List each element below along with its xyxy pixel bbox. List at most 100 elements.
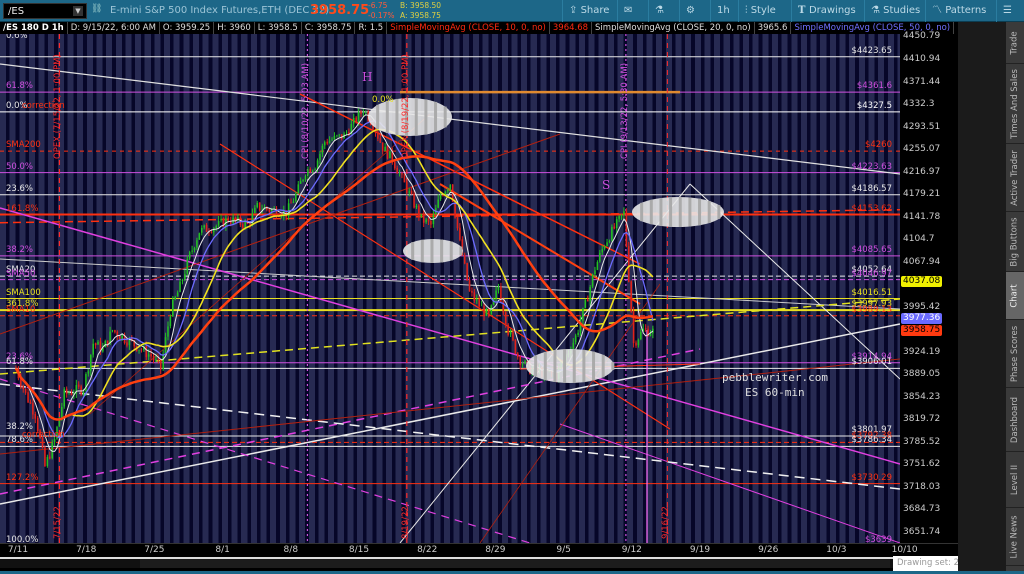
- interval-button[interactable]: 1h: [710, 0, 736, 22]
- price-tick: 4067.94: [903, 256, 941, 267]
- sidebar-tab-label: Active Trader: [1010, 149, 1021, 206]
- fib-label: 161.8%: [6, 203, 39, 214]
- price-level-label: $4223.63: [851, 161, 892, 172]
- alert-button[interactable]: ✉: [617, 0, 638, 22]
- price-level-label: $4085.65: [851, 244, 892, 255]
- studies-label: Studies: [883, 5, 921, 16]
- sidebar-tab-chart[interactable]: Chart: [1006, 272, 1024, 320]
- sidebar-tab-live-news[interactable]: Live News: [1006, 508, 1024, 566]
- zero-percent-label: 0.0%: [372, 95, 394, 105]
- right-sidebar: Trade Times And Sales Active Trader Big But…: [958, 22, 1024, 574]
- flask-button[interactable]: ⚗: [648, 0, 670, 22]
- sidebar-tab-dashboard[interactable]: Dashboard: [1006, 388, 1024, 452]
- trend-line: [0, 323, 900, 505]
- chevron-down-icon[interactable]: ▼: [73, 6, 83, 16]
- symbol-input[interactable]: /ES ▼: [3, 3, 87, 19]
- price-level-label: $3730.29: [851, 472, 892, 483]
- price-chart[interactable]: $4423.65 $4361.6 $4327.5 $4260 $4223.63 $4186…: [0, 34, 900, 543]
- date-tick: 8/1: [215, 545, 230, 555]
- price-level-label: $4361.6: [856, 81, 892, 92]
- fib-label: 23.6%: [6, 183, 34, 194]
- price-level-label: $4423.65: [851, 45, 892, 56]
- price-badge: 3958.75: [901, 324, 943, 336]
- symbol-value: /ES: [8, 6, 25, 17]
- date-tick: 9/5: [556, 545, 571, 555]
- bid-price: B: 3958.50: [400, 1, 442, 10]
- price-axis[interactable]: 4450.79 4410.94 4371.44 4332.3 4293.51 4255.0…: [900, 31, 958, 543]
- fib-label: 0.6%: [6, 34, 28, 41]
- price-tick: 3819.72: [903, 414, 941, 425]
- sidebar-tab-big-buttons[interactable]: Big Buttons: [1006, 212, 1024, 272]
- date-tick: 7/25: [144, 545, 165, 555]
- fib-label: SMA100: [6, 287, 41, 298]
- bar-close: C: 3958.75: [302, 22, 356, 34]
- price-tick: 4371.44: [903, 76, 941, 87]
- bar-range: R: 1.5: [355, 22, 388, 34]
- price-level-label: $4016.51: [851, 287, 892, 298]
- studies-button[interactable]: ⚗ Studies: [864, 0, 926, 22]
- price-badge: 4037.08: [901, 275, 943, 287]
- sidebar-tab-level-ii[interactable]: Level II: [1006, 452, 1024, 508]
- trend-line: [0, 258, 900, 310]
- date-tick: 8/22: [417, 545, 438, 555]
- sidebar-tab-label: Times And Sales: [1010, 68, 1021, 139]
- sidebar-tab-phase-scores[interactable]: Phase Scores: [1006, 320, 1024, 388]
- price-tick: 3651.74: [903, 526, 941, 537]
- price-level-label: $3906.01: [851, 357, 892, 368]
- menu-icon: ☰: [1003, 5, 1012, 16]
- date-tick: 10/10: [891, 545, 918, 555]
- sidebar-tab-label: Big Buttons: [1010, 216, 1021, 267]
- share-icon: ⇪: [569, 5, 581, 16]
- bar-low: L: 3958.5: [255, 22, 302, 34]
- share-button[interactable]: ⇪ Share: [562, 0, 615, 22]
- watermark-timeframe: ES 60-min: [745, 386, 805, 399]
- event-date-label: 9/16/22: [661, 506, 672, 539]
- sidebar-tab-times-and-sales[interactable]: Times And Sales: [1006, 64, 1024, 144]
- gear-icon: ⚙: [686, 5, 695, 16]
- event-label: CPI (9/13/22, 5:30 AM): [619, 62, 630, 159]
- toolbar: /ES ▼ ⛓ E-mini S&P 500 Index Futures,ETH …: [0, 0, 1024, 22]
- trend-line: [89, 113, 431, 415]
- date-tick: 8/29: [485, 545, 506, 555]
- menu-button[interactable]: ☰: [996, 0, 1018, 22]
- sma10-label[interactable]: SimpleMovingAvg (CLOSE, 10, 0, no): [387, 22, 550, 34]
- dashed-trend-line: [0, 208, 900, 224]
- last-price: 3958.75: [310, 3, 370, 18]
- settings-button[interactable]: ⚙: [679, 0, 701, 22]
- style-button[interactable]: ⫶ Style: [738, 0, 782, 22]
- style-label: Style: [750, 5, 776, 16]
- flask-icon: ⚗: [655, 5, 664, 16]
- drawings-button[interactable]: T Drawings: [791, 0, 862, 22]
- sidebar-tab-label: Live News: [1010, 514, 1020, 559]
- link-icon[interactable]: ⛓: [91, 4, 102, 14]
- drawings-label: Drawings: [808, 5, 856, 16]
- price-tick: 4216.97: [903, 166, 941, 177]
- percent-change: -0.17%: [368, 11, 395, 20]
- event-label: OPEX (7/15/22, 1:00 PM): [53, 54, 64, 159]
- patterns-button[interactable]: 〽 Patterns: [925, 0, 992, 22]
- horizontal-scrollbar[interactable]: [0, 557, 958, 568]
- trend-line: [0, 133, 561, 335]
- net-change: -6.75: [368, 1, 388, 10]
- price-tick: 3751.62: [903, 459, 941, 470]
- date-tick: 9/19: [689, 545, 711, 555]
- sidebar-tab-trade[interactable]: Trade: [1006, 22, 1024, 64]
- sma20-label[interactable]: SimpleMovingAvg (CLOSE, 20, 0, no): [592, 22, 755, 34]
- patterns-label: Patterns: [945, 5, 987, 16]
- price-level-label: $3786.34: [851, 435, 892, 446]
- correction-label: correction: [22, 429, 65, 440]
- fib-label: 61.8%: [6, 357, 34, 368]
- date-tick: 8/8: [283, 545, 299, 555]
- scrollbar-thumb[interactable]: [140, 559, 890, 568]
- flask-icon: ⚗: [871, 5, 884, 16]
- sidebar-tab-active-trader[interactable]: Active Trader: [1006, 144, 1024, 212]
- sidebar-tab-label: Trade: [1010, 30, 1020, 55]
- chart-canvas: [0, 34, 900, 543]
- sma10-value: 3964.68: [550, 22, 593, 34]
- price-tick: 3684.73: [903, 504, 941, 515]
- fib-label: SMA50: [6, 268, 36, 279]
- price-level-label: $4153.62: [851, 203, 892, 214]
- date-axis: 7/11 7/18 7/25 8/1 8/8 8/15 8/22 8/29 9/5 9/12 9/1…: [0, 543, 958, 556]
- price-tick: 3718.03: [903, 481, 941, 492]
- fib-label: SMA200: [6, 140, 41, 151]
